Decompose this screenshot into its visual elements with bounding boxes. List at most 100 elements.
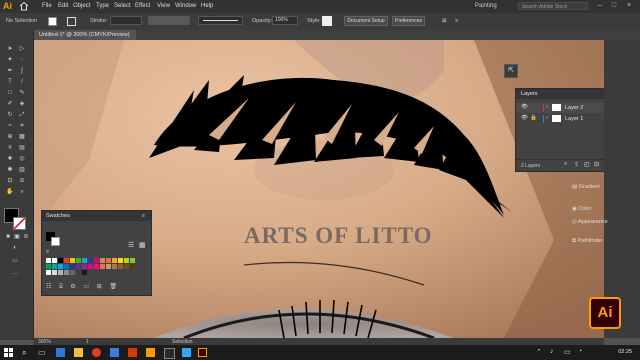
volume-icon[interactable]: ♪ [550, 348, 559, 357]
swatch[interactable] [76, 270, 81, 275]
swatch[interactable] [106, 258, 111, 263]
swatch[interactable] [76, 264, 81, 269]
clock[interactable]: 02:25 [618, 349, 632, 355]
screen-mode-icon[interactable]: ▭ [11, 258, 19, 265]
libraries-icon[interactable]: ⇱ [504, 64, 518, 78]
swatch[interactable] [82, 258, 87, 263]
swatch[interactable] [64, 258, 69, 263]
library-icon[interactable]: ☷ [46, 284, 51, 290]
line-tool-icon[interactable]: / [18, 79, 26, 86]
swatch[interactable] [94, 258, 99, 263]
swatch[interactable] [82, 264, 87, 269]
swatch[interactable] [82, 270, 87, 275]
menu-edit[interactable]: Edit [58, 3, 68, 9]
gradient-tool-icon[interactable]: ▤ [18, 145, 26, 152]
swatch[interactable] [52, 258, 57, 263]
clipping-mask-icon[interactable]: ◰ [584, 161, 590, 168]
swatch[interactable] [46, 264, 51, 269]
document-setup-button[interactable]: Document Setup [344, 16, 388, 26]
menu-file[interactable]: File [42, 3, 52, 9]
menu-icon[interactable]: ≡ [455, 18, 458, 24]
swatch[interactable] [64, 264, 69, 269]
swatch[interactable] [58, 264, 63, 269]
free-transform-icon[interactable]: ⌗ [18, 123, 26, 130]
swatch[interactable] [124, 264, 129, 269]
search-icon[interactable]: ⌕ [22, 348, 31, 357]
swatch[interactable] [70, 258, 75, 263]
swatch[interactable] [94, 264, 99, 269]
dock-appearance[interactable]: ◎ Appearance [572, 219, 608, 225]
lasso-icon[interactable]: ◌ [18, 57, 26, 64]
magic-wand-icon[interactable]: ✦ [6, 57, 14, 64]
gradient-mode-icon[interactable]: ▣ [13, 234, 21, 241]
edit-toolbar-icon[interactable]: ··· [11, 271, 19, 278]
swatch-options-icon[interactable]: ⚙ [70, 284, 75, 290]
curvature-icon[interactable]: ∫ [18, 68, 26, 75]
dock-gradient[interactable]: ▤ Gradient [572, 184, 600, 190]
new-sublayer-icon[interactable]: ⊟ [594, 161, 599, 168]
swatch[interactable] [46, 270, 51, 275]
home-icon[interactable] [19, 1, 29, 11]
slice-tool-icon[interactable]: ⧄ [18, 178, 26, 185]
symbol-sprayer-icon[interactable]: ✺ [6, 167, 14, 174]
lock-icon[interactable]: 🔒 [530, 115, 537, 121]
menu-effect[interactable]: Effect [135, 3, 150, 9]
visibility-eye-icon[interactable]: 👁 [521, 115, 528, 121]
swatch-stroke-preview[interactable] [51, 237, 60, 246]
menu-help[interactable]: Help [201, 3, 213, 9]
opacity-input[interactable]: 100% [272, 16, 298, 25]
dock-pathfinder[interactable]: ⧉ Pathfinder [572, 238, 603, 245]
selection-tool-icon[interactable]: ➤ [6, 46, 14, 53]
app-icon[interactable] [146, 348, 155, 357]
color-mode-icon[interactable]: ■ [4, 234, 12, 241]
zoom-tool-icon[interactable]: ⌕ [18, 189, 26, 196]
arrange-icon[interactable]: ⊞ [442, 18, 447, 24]
delete-swatch-icon[interactable]: 🗑 [109, 284, 117, 290]
swatch[interactable] [130, 264, 135, 269]
minimize-icon[interactable]: – [596, 2, 604, 10]
panel-menu-icon[interactable]: ≡ [142, 213, 145, 219]
new-group-icon[interactable]: ▭ [83, 284, 89, 290]
task-view-icon[interactable]: ▭ [38, 348, 47, 357]
expand-chevron-icon[interactable]: › [546, 115, 548, 121]
graph-tool-icon[interactable]: ▥ [18, 167, 26, 174]
menu-object[interactable]: Object [73, 3, 90, 9]
hand-tool-icon[interactable]: ✋ [6, 189, 14, 196]
eraser-icon[interactable]: ◈ [18, 101, 26, 108]
expand-chevron-icon[interactable]: › [546, 104, 548, 110]
none-mode-icon[interactable]: ⊘ [22, 234, 30, 241]
grid-view-icon[interactable]: ▦ [139, 241, 146, 249]
swatch[interactable] [70, 264, 75, 269]
maximize-icon[interactable]: □ [610, 2, 618, 10]
swatch[interactable] [46, 258, 51, 263]
type-tool-icon[interactable]: T [6, 79, 14, 86]
windows-start-icon[interactable] [4, 348, 13, 357]
shaper-icon[interactable]: ✐ [6, 101, 14, 108]
direct-selection-tool-icon[interactable]: ▷ [18, 46, 26, 53]
new-swatch-icon[interactable]: ⊞ [97, 284, 102, 290]
menu-select[interactable]: Select [114, 3, 131, 9]
mesh-icon[interactable]: # [6, 145, 14, 152]
stroke-swatch[interactable] [67, 17, 76, 26]
workspace-switcher[interactable]: Painting [475, 3, 497, 9]
edge-icon[interactable] [56, 348, 65, 357]
menu-view[interactable]: View [157, 3, 170, 9]
menu-type[interactable]: Type [96, 3, 109, 9]
swatch[interactable] [100, 258, 105, 263]
width-tool-icon[interactable]: ≈ [6, 123, 14, 130]
swatch[interactable] [130, 258, 135, 263]
dock-color[interactable]: ◉ Color [572, 206, 592, 212]
stroke-weight-dropdown[interactable] [110, 16, 142, 25]
fill-swatch[interactable] [48, 17, 57, 26]
swatch[interactable] [88, 258, 93, 263]
brush-dropdown[interactable] [198, 16, 243, 25]
layer-name[interactable]: Layer 1 [565, 116, 583, 122]
search-icon[interactable]: ⌕ [564, 161, 567, 168]
perspective-icon[interactable]: ▦ [18, 134, 26, 141]
store-icon[interactable] [110, 348, 119, 357]
battery-icon[interactable]: ▭ [564, 348, 573, 357]
close-icon[interactable]: × [625, 2, 633, 10]
rotate-icon[interactable]: ↻ [6, 112, 14, 119]
swatch[interactable] [112, 264, 117, 269]
app-icon[interactable] [164, 348, 175, 359]
